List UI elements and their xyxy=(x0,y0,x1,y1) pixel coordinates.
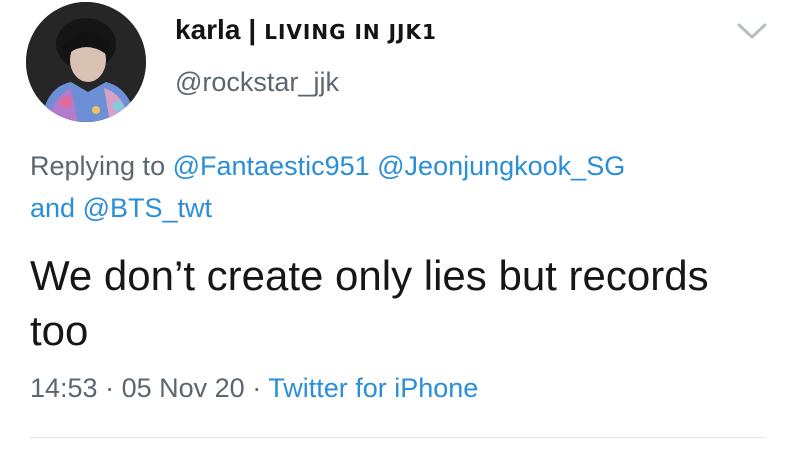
mention-link[interactable]: @Fantaestic951 xyxy=(173,151,370,181)
avatar[interactable] xyxy=(26,2,146,122)
name-tag: LIVING IN JJK1 xyxy=(264,20,437,44)
meta-dot: · xyxy=(105,373,115,403)
tweet-source-link[interactable]: Twitter for iPhone xyxy=(268,373,478,403)
mention-link[interactable]: @Jeonjungkook_SG xyxy=(377,151,625,181)
meta-dot: · xyxy=(252,373,262,403)
tweet-date[interactable]: 05 Nov 20 xyxy=(122,373,245,403)
author-name-row[interactable]: karla | LIVING IN JJK1 xyxy=(175,14,437,46)
divider xyxy=(30,437,765,438)
replying-to-label: Replying to xyxy=(30,151,166,181)
and-conjunction: and xyxy=(30,193,76,223)
tweet-meta: 14:53 · 05 Nov 20 · Twitter for iPhone xyxy=(30,373,478,404)
name-separator: | xyxy=(248,14,257,45)
replying-to: Replying to @Fantaestic951 @Jeonjungkook… xyxy=(30,145,770,229)
tweet-card: karla | LIVING IN JJK1 @rockstar_jjk Rep… xyxy=(0,0,789,462)
profile-photo xyxy=(26,2,146,122)
user-handle[interactable]: @rockstar_jjk xyxy=(175,67,339,98)
display-name[interactable]: karla xyxy=(175,14,240,46)
mention-link[interactable]: @BTS_twt xyxy=(83,193,212,223)
tweet-text: We don’t create only lies but records to… xyxy=(30,252,709,354)
chevron-down-icon[interactable] xyxy=(735,20,769,42)
tweet-time[interactable]: 14:53 xyxy=(30,373,98,403)
